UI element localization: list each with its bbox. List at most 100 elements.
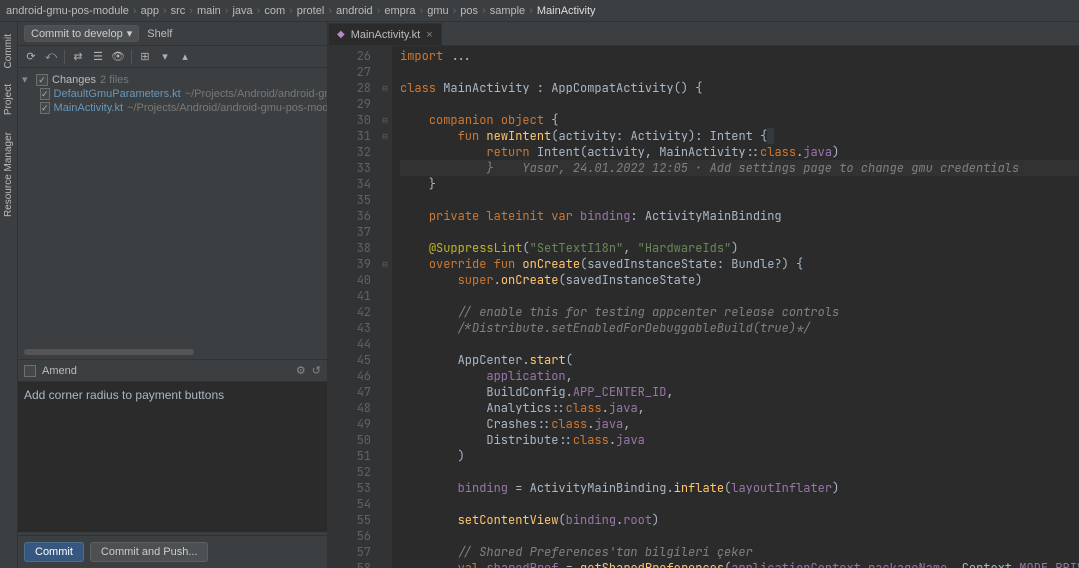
- group-icon[interactable]: ⊞: [136, 48, 154, 66]
- line-number: 46: [328, 368, 371, 384]
- changes-tree[interactable]: ▾ Changes 2 files DefaultGmuParameters.k…: [18, 68, 327, 345]
- line-number: 29: [328, 96, 371, 112]
- fold-marker[interactable]: ⊟: [378, 128, 392, 144]
- code-line[interactable]: } Yasar, 24.01.2022 12:05 · Add settings…: [400, 160, 1079, 176]
- commit-target-combo[interactable]: Commit to develop ▾: [24, 25, 139, 42]
- code-line[interactable]: val sharedPref = getSharedPreferences(ap…: [400, 560, 1079, 568]
- file-checkbox[interactable]: [40, 88, 50, 100]
- breadcrumb-item[interactable]: MainActivity: [537, 5, 596, 17]
- code-line[interactable]: [400, 288, 1079, 304]
- breadcrumb-item[interactable]: pos: [460, 5, 478, 17]
- code-line[interactable]: [400, 224, 1079, 240]
- chevron-right-icon: ›: [377, 5, 381, 17]
- code-line[interactable]: // Shared Preferences'tan bilgileri çeke…: [400, 544, 1079, 560]
- changes-root-checkbox[interactable]: [36, 74, 48, 86]
- history-icon[interactable]: ↺: [312, 364, 321, 377]
- code-line[interactable]: [400, 496, 1079, 512]
- code-line[interactable]: }: [400, 176, 1079, 192]
- breadcrumb-item[interactable]: android: [336, 5, 373, 17]
- line-number: 33: [328, 160, 371, 176]
- line-number: 44: [328, 336, 371, 352]
- code-line[interactable]: binding = ActivityMainBinding.inflate(la…: [400, 480, 1079, 496]
- code-line[interactable]: override fun onCreate(savedInstanceState…: [400, 256, 1079, 272]
- breadcrumb-item[interactable]: app: [141, 5, 159, 17]
- code-line[interactable]: private lateinit var binding: ActivityMa…: [400, 208, 1079, 224]
- breadcrumb-item[interactable]: main: [197, 5, 221, 17]
- editor-body[interactable]: 2627282930313233343536373839404142434445…: [328, 46, 1079, 568]
- fold-marker[interactable]: ⊟: [378, 112, 392, 128]
- code-area[interactable]: import ... class MainActivity : AppCompa…: [392, 46, 1079, 568]
- code-line[interactable]: // enable this for testing appcenter rel…: [400, 304, 1079, 320]
- line-number: 27: [328, 64, 371, 80]
- changelist-icon[interactable]: ☰: [89, 48, 107, 66]
- code-line[interactable]: return Intent(activity, MainActivity::cl…: [400, 144, 1079, 160]
- line-number: 39: [328, 256, 371, 272]
- fold-marker: [378, 240, 392, 256]
- code-line[interactable]: [400, 192, 1079, 208]
- fold-marker[interactable]: ⊟: [378, 80, 392, 96]
- line-number: 50: [328, 432, 371, 448]
- expand-icon[interactable]: ▾: [156, 48, 174, 66]
- code-line[interactable]: [400, 528, 1079, 544]
- code-line[interactable]: class MainActivity : AppCompatActivity()…: [400, 80, 1079, 96]
- code-line[interactable]: @SuppressLint("SetTextI18n", "HardwareId…: [400, 240, 1079, 256]
- breadcrumb-item[interactable]: com: [264, 5, 285, 17]
- rollback-icon[interactable]: ⤺: [42, 48, 60, 66]
- commit-button[interactable]: Commit: [24, 542, 84, 562]
- amend-checkbox[interactable]: [24, 365, 36, 377]
- code-line[interactable]: application,: [400, 368, 1079, 384]
- close-icon[interactable]: ×: [426, 29, 432, 41]
- code-line[interactable]: Crashes::class.java,: [400, 416, 1079, 432]
- code-line[interactable]: fun newIntent(activity: Activity): Inten…: [400, 128, 1079, 144]
- chevron-right-icon: ›: [529, 5, 533, 17]
- breadcrumb-item[interactable]: protel: [297, 5, 325, 17]
- commit-header: Commit to develop ▾ Shelf: [18, 22, 327, 46]
- code-line[interactable]: setContentView(binding.root): [400, 512, 1079, 528]
- line-number: 43: [328, 320, 371, 336]
- collapse-icon[interactable]: ▴: [176, 48, 194, 66]
- code-line[interactable]: Distribute::class.java: [400, 432, 1079, 448]
- refresh-icon[interactable]: ⟳: [22, 48, 40, 66]
- code-line[interactable]: super.onCreate(savedInstanceState): [400, 272, 1079, 288]
- fold-marker[interactable]: ⊟: [378, 256, 392, 272]
- code-line[interactable]: Analytics::class.java,: [400, 400, 1079, 416]
- breadcrumb-item[interactable]: src: [171, 5, 186, 17]
- code-line[interactable]: [400, 96, 1079, 112]
- breadcrumb-item[interactable]: empra: [384, 5, 415, 17]
- commit-and-push-button[interactable]: Commit and Push...: [90, 542, 209, 562]
- line-number: 40: [328, 272, 371, 288]
- eye-icon[interactable]: 👁: [109, 48, 127, 66]
- shelf-tab[interactable]: Shelf: [147, 28, 172, 40]
- code-line[interactable]: import ...: [400, 48, 1079, 64]
- twisty-icon[interactable]: ▾: [22, 73, 32, 86]
- tool-tab-commit[interactable]: Commit: [3, 34, 14, 68]
- line-number: 49: [328, 416, 371, 432]
- breadcrumb-item[interactable]: java: [232, 5, 252, 17]
- changed-file-row[interactable]: DefaultGmuParameters.kt ~/Projects/Andro…: [18, 87, 327, 101]
- line-number-gutter: 2627282930313233343536373839404142434445…: [328, 46, 378, 568]
- code-line[interactable]: [400, 336, 1079, 352]
- tool-tab-resource-manager[interactable]: Resource Manager: [3, 132, 14, 217]
- code-line[interactable]: BuildConfig.APP_CENTER_ID,: [400, 384, 1079, 400]
- code-line[interactable]: [400, 64, 1079, 80]
- code-line[interactable]: /*Distribute.setEnabledForDebuggableBuil…: [400, 320, 1079, 336]
- changed-file-row[interactable]: MainActivity.kt ~/Projects/Android/andro…: [18, 101, 327, 115]
- code-line[interactable]: ): [400, 448, 1079, 464]
- changes-root-node[interactable]: ▾ Changes 2 files: [18, 72, 327, 87]
- code-line[interactable]: companion object {: [400, 112, 1079, 128]
- file-checkbox[interactable]: [40, 102, 50, 114]
- horizontal-scrollbar[interactable]: [24, 349, 194, 355]
- code-line[interactable]: AppCenter.start(: [400, 352, 1079, 368]
- breadcrumb-item[interactable]: sample: [490, 5, 525, 17]
- gear-icon[interactable]: ⚙: [296, 364, 306, 377]
- diff-icon[interactable]: ⇄: [69, 48, 87, 66]
- vcs-annotation: } Yasar, 24.01.2022 12:05 · Add settings…: [400, 160, 1019, 176]
- fold-marker: [378, 544, 392, 560]
- editor-tab-mainactivity[interactable]: ◆ MainActivity.kt ×: [328, 23, 442, 45]
- commit-message-input[interactable]: [18, 382, 327, 532]
- tool-tab-project[interactable]: Project: [3, 84, 14, 115]
- breadcrumb-item[interactable]: android-gmu-pos-module: [6, 5, 129, 17]
- code-line[interactable]: [400, 464, 1079, 480]
- fold-marker: [378, 96, 392, 112]
- breadcrumb-item[interactable]: gmu: [427, 5, 448, 17]
